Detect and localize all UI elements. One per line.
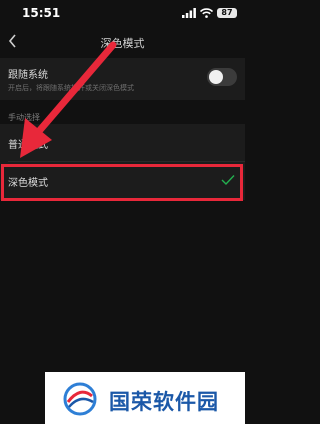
watermark-logo-icon bbox=[63, 382, 97, 416]
follow-system-description: 开启后，将跟随系统打开或关闭深色模式 bbox=[8, 84, 134, 92]
follow-system-toggle[interactable] bbox=[207, 68, 237, 86]
annotation-highlight-box bbox=[1, 164, 243, 201]
battery-icon: 87 bbox=[217, 8, 237, 18]
signal-icon bbox=[182, 8, 196, 18]
status-icons: 87 bbox=[182, 7, 237, 19]
watermark-text: 国荣软件园 bbox=[109, 390, 219, 414]
option-normal-mode[interactable]: 普通模式 bbox=[0, 124, 245, 162]
follow-system-row[interactable]: 跟随系统 开启后，将跟随系统打开或关闭深色模式 bbox=[0, 58, 245, 100]
section-title-manual: 手动选择 bbox=[8, 113, 40, 122]
follow-system-label: 跟随系统 bbox=[8, 70, 48, 81]
status-time: 15:51 bbox=[22, 6, 61, 20]
status-bar: 15:51 87 bbox=[0, 0, 245, 28]
wifi-icon bbox=[200, 8, 213, 18]
watermark: 国荣软件园 bbox=[45, 372, 245, 424]
option-label: 普通模式 bbox=[8, 140, 48, 151]
page-title: 深色模式 bbox=[100, 37, 145, 50]
nav-bar: 深色模式 bbox=[0, 28, 245, 54]
toggle-knob bbox=[209, 70, 223, 84]
